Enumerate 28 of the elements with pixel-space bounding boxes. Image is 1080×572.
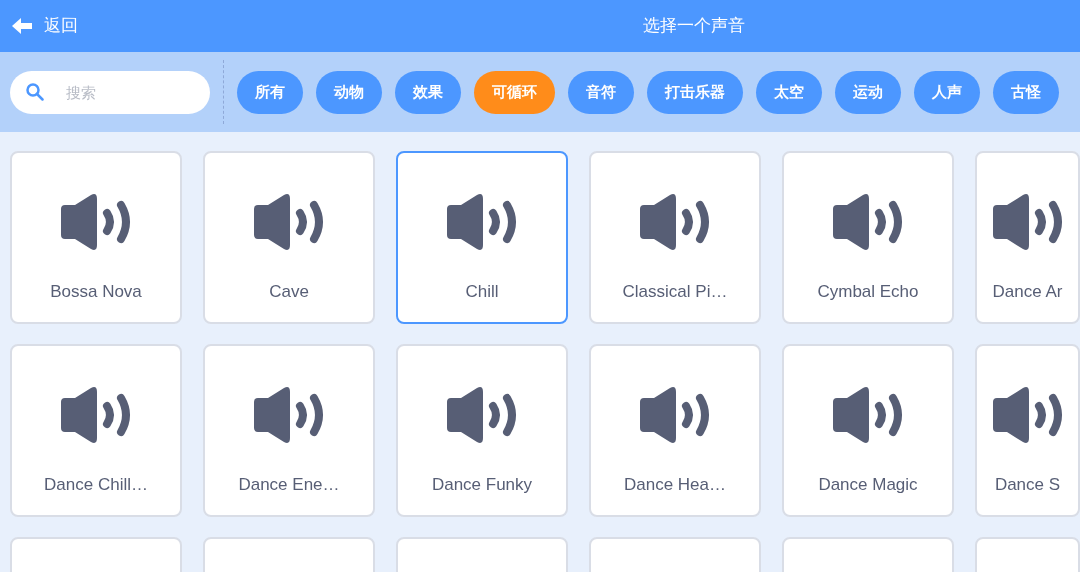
sound-name: Cave xyxy=(269,281,309,303)
sound-card[interactable]: Dance Funky xyxy=(396,344,568,517)
sound-card[interactable]: Cymbal Echo xyxy=(782,151,954,324)
sound-name: Dance Ene… xyxy=(238,474,340,496)
sound-name: Dance Hea… xyxy=(623,474,727,496)
sound-name: Dance S xyxy=(994,474,1061,496)
sound-card[interactable]: Bossa Nova xyxy=(10,151,182,324)
sound-card[interactable]: Dance Magic xyxy=(782,344,954,517)
search-field[interactable]: 搜索 xyxy=(10,70,210,114)
sound-name: Cymbal Echo xyxy=(817,281,919,303)
search-icon xyxy=(26,82,44,101)
dialog-title: 选择一个声音 xyxy=(643,15,745,38)
sound-card[interactable]: Cave xyxy=(203,151,375,324)
sound-card[interactable]: Dance Ar xyxy=(975,151,1080,324)
sound-card[interactable]: Dance S xyxy=(975,344,1080,517)
sound-name: Dance Chill… xyxy=(44,474,148,496)
sound-name: Dance Funky xyxy=(431,474,533,496)
back-arrow-icon xyxy=(12,18,32,34)
sound-name: Bossa Nova xyxy=(50,281,142,303)
sound-name: Dance Magic xyxy=(818,474,918,496)
sound-name: Classical Pi… xyxy=(622,281,728,303)
sound-card[interactable]: Dance Chill… xyxy=(10,344,182,517)
sound-card[interactable]: Dance Hea… xyxy=(589,344,761,517)
sound-card[interactable]: Classical Pi… xyxy=(589,151,761,324)
sound-card[interactable]: Dance Ene… xyxy=(203,344,375,517)
sound-name: Chill xyxy=(465,281,499,303)
sound-name: Dance Ar xyxy=(992,281,1063,303)
sound-card[interactable]: Chill xyxy=(396,151,568,324)
